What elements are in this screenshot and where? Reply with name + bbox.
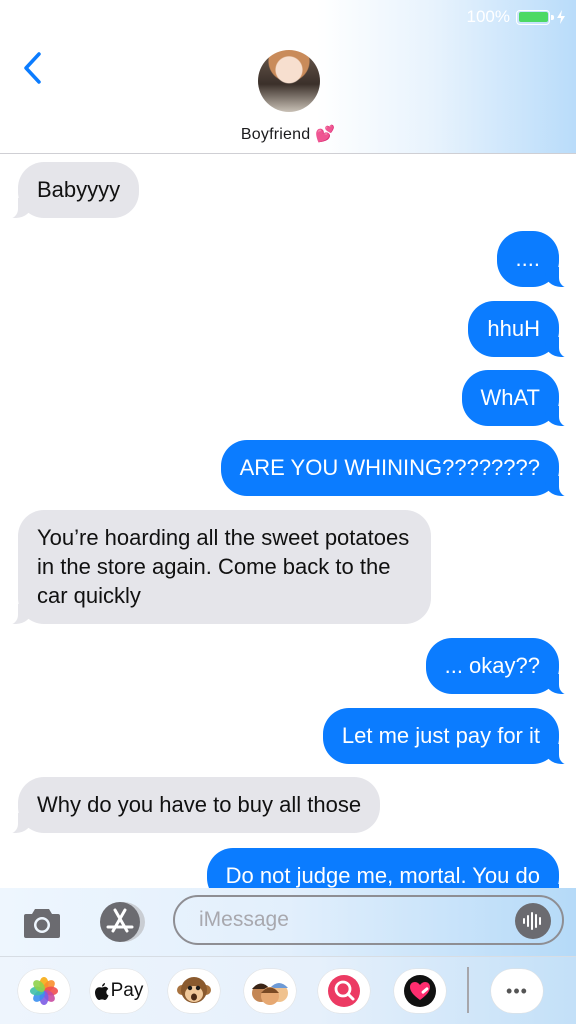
message-outgoing[interactable]: Let me just pay for it [322, 708, 572, 765]
message-outgoing[interactable]: WhAT [461, 370, 572, 427]
message-incoming[interactable]: Why do you have to buy all those [5, 777, 381, 834]
composer-bar [0, 888, 576, 956]
apple-pay-button[interactable]: Pay [90, 969, 148, 1013]
more-apps-button[interactable]: ••• [491, 969, 543, 1013]
digital-touch-button[interactable] [394, 969, 446, 1013]
digital-touch-icon [404, 975, 436, 1007]
image-search-button[interactable] [318, 969, 370, 1013]
status-bar: 100% [467, 6, 566, 28]
animoji-monkey-icon [177, 977, 211, 1003]
message-outgoing[interactable]: hhuH [468, 301, 571, 358]
more-icon: ••• [506, 980, 528, 1001]
memoji-icon [252, 983, 288, 1005]
camera-button[interactable] [23, 904, 61, 940]
contact-avatar[interactable] [258, 50, 320, 112]
photos-icon [30, 977, 58, 1005]
app-store-button[interactable] [96, 900, 146, 944]
waveform-icon [523, 912, 541, 930]
back-button[interactable] [14, 44, 50, 92]
camera-icon [24, 909, 60, 938]
animoji-button[interactable] [168, 969, 220, 1013]
battery-percentage: 100% [466, 7, 510, 26]
message-incoming[interactable]: Babyyyy [5, 162, 140, 219]
memoji-button[interactable] [244, 969, 296, 1013]
battery-icon [516, 9, 554, 25]
app-drawer: Pay ••• [0, 956, 576, 1024]
apple-logo-icon [94, 982, 109, 1000]
message-incoming[interactable]: You’re hoarding all the sweet potatoes i… [6, 510, 431, 625]
message-outgoing[interactable]: ARE YOU WHINING???????? [220, 440, 572, 497]
photos-app-button[interactable] [18, 969, 70, 1013]
conversation-header: 100% Boyfriend 💕 [0, 0, 576, 154]
message-outgoing[interactable]: ... okay?? [425, 638, 572, 695]
chevron-left-icon [24, 52, 41, 84]
drawer-divider [467, 967, 469, 1013]
contact-name[interactable]: Boyfriend 💕 [0, 124, 576, 144]
message-outgoing[interactable]: .... [496, 231, 572, 288]
search-images-icon [328, 975, 360, 1007]
audio-message-button[interactable] [515, 903, 551, 939]
apple-pay-label: Pay [110, 980, 144, 1001]
message-input[interactable] [173, 895, 564, 945]
app-store-icon [100, 902, 145, 942]
charging-icon [557, 10, 565, 24]
